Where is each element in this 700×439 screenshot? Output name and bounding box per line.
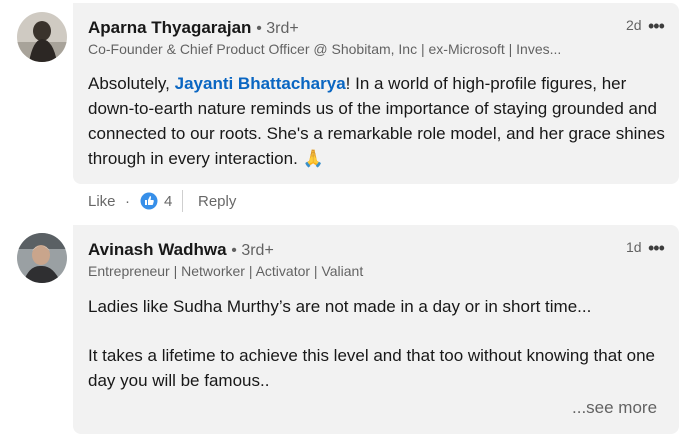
reaction-count[interactable]: 4 xyxy=(164,193,172,210)
actions-divider xyxy=(182,190,183,212)
reply-button[interactable]: Reply xyxy=(198,193,236,210)
comment-text-start: Absolutely, xyxy=(88,74,175,93)
separator-dot: · xyxy=(125,193,130,210)
like-button[interactable]: Like xyxy=(88,193,116,210)
more-options-button[interactable]: ••• xyxy=(648,239,665,257)
connection-degree: • 3rd+ xyxy=(256,20,299,37)
author-headline: Entrepreneur | Networker | Activator | V… xyxy=(88,263,364,279)
comment-paragraph-2: It takes a lifetime to achieve this leve… xyxy=(88,346,656,390)
comment-bubble: Avinash Wadhwa • 3rd+ Entrepreneur | Net… xyxy=(73,225,679,434)
comment-time: 2d xyxy=(626,17,642,33)
mention-link[interactable]: Jayanti Bhattacharya xyxy=(175,74,346,93)
reaction-icon[interactable] xyxy=(140,192,158,214)
connection-degree: • 3rd+ xyxy=(231,242,274,259)
comment-text: Absolutely, Jayanti Bhattacharya! In a w… xyxy=(88,71,668,171)
more-options-button[interactable]: ••• xyxy=(648,17,665,35)
comment-paragraph-1: Ladies like Sudha Murthy’s are not made … xyxy=(88,297,592,316)
avatar[interactable] xyxy=(17,233,67,283)
more-horizontal-icon: ••• xyxy=(648,238,665,258)
author-name-text[interactable]: Avinash Wadhwa xyxy=(88,240,227,259)
comment-bubble: Aparna Thyagarajan • 3rd+ Co-Founder & C… xyxy=(73,3,679,184)
see-more-button[interactable]: ...see more xyxy=(572,395,657,420)
author-name[interactable]: Aparna Thyagarajan • 3rd+ xyxy=(88,18,299,38)
avatar[interactable] xyxy=(17,12,67,62)
author-name-text[interactable]: Aparna Thyagarajan xyxy=(88,18,251,37)
author-name[interactable]: Avinash Wadhwa • 3rd+ xyxy=(88,240,274,260)
comment-time: 1d xyxy=(626,239,642,255)
more-horizontal-icon: ••• xyxy=(648,16,665,36)
author-headline: Co-Founder & Chief Product Officer @ Sho… xyxy=(88,41,562,57)
